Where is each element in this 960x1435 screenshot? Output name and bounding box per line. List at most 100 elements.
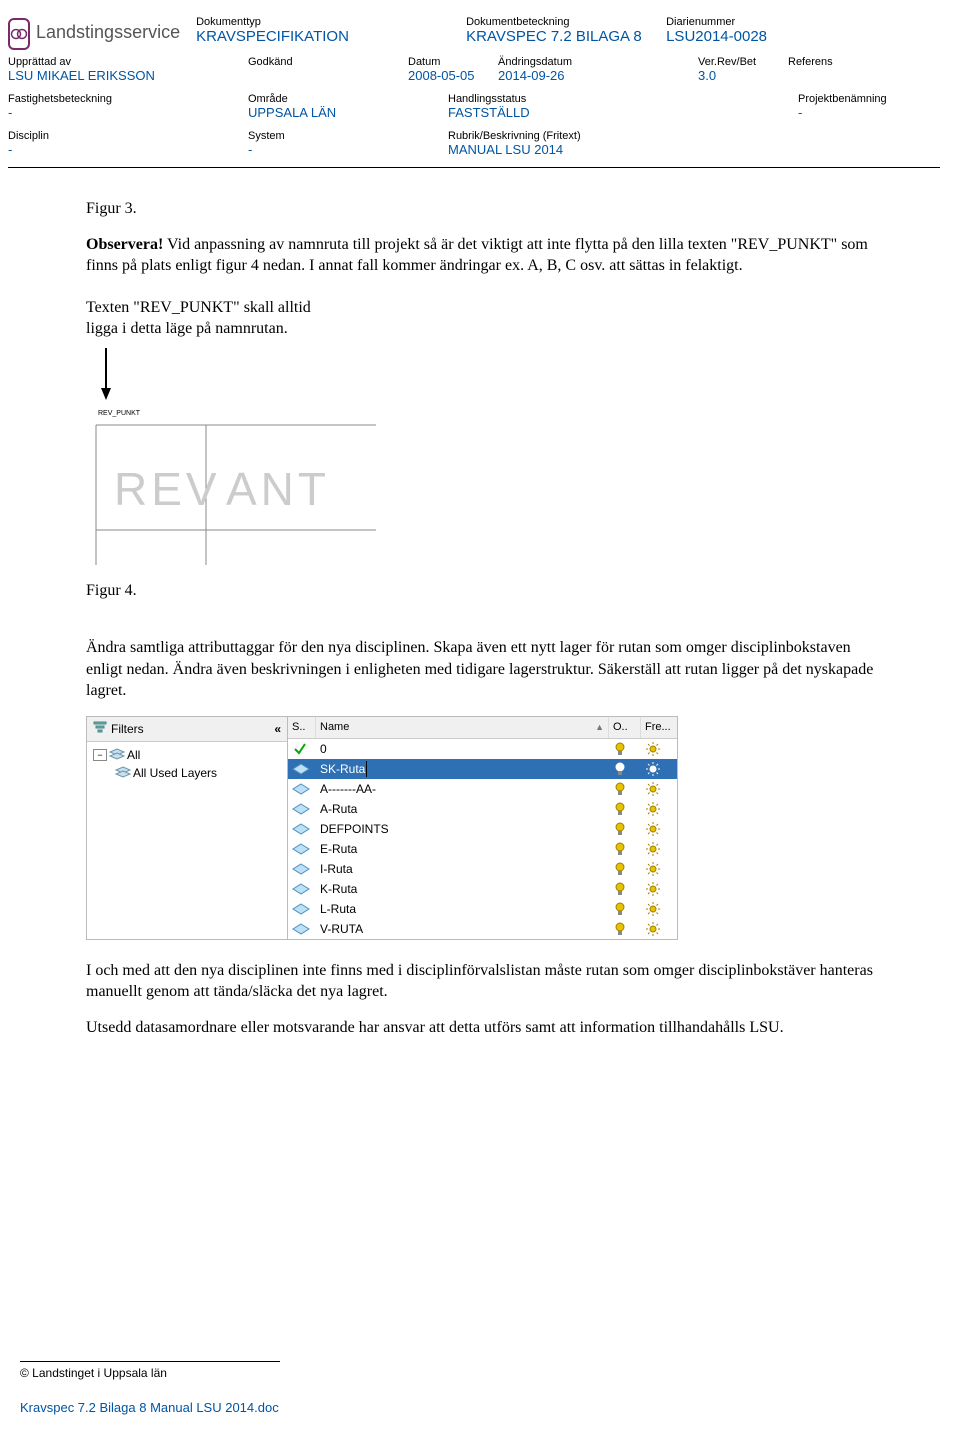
lightbulb-icon[interactable]	[609, 859, 641, 879]
projekt-value: -	[798, 105, 918, 120]
layers-list-pane: S.. Name▲ O.. Fre... 0SK-RutaA-------AA-…	[288, 717, 677, 939]
sun-icon[interactable]	[641, 779, 677, 799]
layer-name: SK-Ruta	[316, 759, 609, 779]
layer-name: DEFPOINTS	[316, 819, 609, 839]
layer-row[interactable]: A-------AA-	[288, 779, 677, 799]
filters-header: Filters «	[87, 717, 287, 742]
sun-icon[interactable]	[641, 759, 677, 779]
current-layer-icon	[288, 739, 316, 759]
dokbeteckning-value: KRAVSPEC 7.2 BILAGA 8	[466, 28, 666, 45]
observera-label: Observera!	[86, 236, 163, 253]
diarienummer-label: Diarienummer	[666, 16, 836, 28]
lightbulb-icon[interactable]	[609, 779, 641, 799]
lightbulb-icon[interactable]	[609, 799, 641, 819]
projekt-label: Projektbenämning	[798, 93, 918, 105]
layer-icon	[288, 799, 316, 819]
fastighet-label: Fastighetsbeteckning	[8, 93, 248, 105]
figur3-caption: Figur 3.	[86, 198, 890, 220]
sun-icon[interactable]	[641, 899, 677, 919]
dokumenttyp-label: Dokumenttyp	[196, 16, 466, 28]
sun-icon[interactable]	[641, 919, 677, 939]
layer-icon	[288, 899, 316, 919]
col-name[interactable]: Name▲	[316, 717, 609, 738]
verrev-value: 3.0	[698, 68, 788, 83]
filters-label: Filters	[111, 721, 144, 737]
system-value: -	[248, 142, 448, 157]
page-footer: © Landstinget i Uppsala län Kravspec 7.2…	[20, 1361, 280, 1415]
layer-row[interactable]: K-Ruta	[288, 879, 677, 899]
lightbulb-icon[interactable]	[609, 819, 641, 839]
referens-label: Referens	[788, 56, 898, 68]
datum-label: Datum	[408, 56, 498, 68]
layer-row[interactable]: DEFPOINTS	[288, 819, 677, 839]
layer-row[interactable]: 0	[288, 739, 677, 759]
layer-row[interactable]: L-Ruta	[288, 899, 677, 919]
header-rule	[8, 167, 940, 168]
layer-name: E-Ruta	[316, 839, 609, 859]
filter-all[interactable]: − All	[93, 746, 281, 764]
meta-row-4: Disciplin - System - Rubrik/Beskrivning …	[8, 130, 940, 157]
lightbulb-icon[interactable]	[609, 739, 641, 759]
layer-row[interactable]: SK-Ruta	[288, 759, 677, 779]
para3-text: I och med att den nya disciplinen inte f…	[86, 960, 890, 1003]
sun-icon[interactable]	[641, 799, 677, 819]
copyright: © Landstinget i Uppsala län	[20, 1366, 280, 1380]
figur4-caption: Figur 4.	[86, 580, 890, 602]
col-on[interactable]: O..	[609, 717, 641, 738]
diarienummer-value: LSU2014-0028	[666, 28, 836, 45]
rubrik-label: Rubrik/Beskrivning (Fritext)	[448, 130, 798, 142]
omrade-label: Område	[248, 93, 448, 105]
layer-name: I-Ruta	[316, 859, 609, 879]
layer-row[interactable]: I-Ruta	[288, 859, 677, 879]
filter-all-used[interactable]: All Used Layers	[93, 764, 281, 782]
lightbulb-icon[interactable]	[609, 759, 641, 779]
filters-pane: Filters « − All	[87, 717, 288, 939]
col-status[interactable]: S..	[288, 717, 316, 738]
para4-text: Utsedd datasamordnare eller motsvarande …	[86, 1017, 890, 1039]
handling-value: FASTSTÄLLD	[448, 105, 798, 120]
system-label: System	[248, 130, 448, 142]
filter-all-label: All	[127, 747, 140, 763]
layer-row[interactable]: E-Ruta	[288, 839, 677, 859]
layer-row[interactable]: V-RUTA	[288, 919, 677, 939]
disciplin-label: Disciplin	[8, 130, 248, 142]
rev-word: REV	[114, 463, 221, 515]
verrev-label: Ver.Rev/Bet	[698, 56, 788, 68]
lightbulb-icon[interactable]	[609, 839, 641, 859]
datum-value: 2008-05-05	[408, 68, 498, 83]
sun-icon[interactable]	[641, 859, 677, 879]
layer-name: V-RUTA	[316, 919, 609, 939]
doc-header: Landstingsservice Dokumenttyp KRAVSPECIF…	[8, 16, 940, 50]
layer-icon	[288, 839, 316, 859]
omrade-value: UPPSALA LÄN	[248, 105, 448, 120]
meta-row-3: Fastighetsbeteckning - Område UPPSALA LÄ…	[8, 93, 940, 120]
layer-stack-icon	[115, 766, 131, 780]
sun-icon[interactable]	[641, 839, 677, 859]
page: Landstingsservice Dokumenttyp KRAVSPECIF…	[0, 0, 960, 1435]
andringsdatum-label: Ändringsdatum	[498, 56, 698, 68]
lightbulb-icon[interactable]	[609, 919, 641, 939]
lightbulb-icon[interactable]	[609, 899, 641, 919]
handling-label: Handlingsstatus	[448, 93, 798, 105]
footer-rule	[20, 1361, 280, 1362]
revpunkt-label-text: REV_PUNKT	[98, 410, 141, 417]
layer-name: A-------AA-	[316, 779, 609, 799]
para2-text: Ändra samtliga attributtaggar för den ny…	[86, 637, 890, 702]
sun-icon[interactable]	[641, 819, 677, 839]
layer-icon	[288, 879, 316, 899]
sun-icon[interactable]	[641, 739, 677, 759]
dokbeteckning-label: Dokumentbeteckning	[466, 16, 666, 28]
layer-icon	[288, 759, 316, 779]
lightbulb-icon[interactable]	[609, 879, 641, 899]
godkand-label: Godkänd	[248, 56, 408, 68]
upprattad-label: Upprättad av	[8, 56, 248, 68]
sun-icon[interactable]	[641, 879, 677, 899]
layer-icon	[288, 859, 316, 879]
collapse-button[interactable]: «	[274, 721, 281, 737]
disciplin-value: -	[8, 142, 248, 157]
layers-panel: Filters « − All	[86, 716, 678, 940]
layer-row[interactable]: A-Ruta	[288, 799, 677, 819]
col-freeze[interactable]: Fre...	[641, 717, 677, 738]
para1-text: Vid anpassning av namnruta till projekt …	[86, 236, 868, 275]
rubrik-value: MANUAL LSU 2014	[448, 142, 798, 157]
